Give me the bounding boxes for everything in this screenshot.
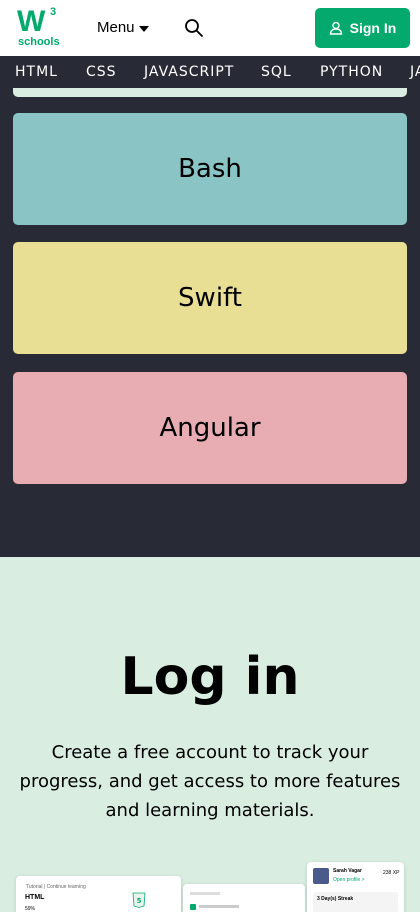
- nav-java[interactable]: JAVA: [410, 64, 420, 80]
- preview-percent: 59%: [25, 906, 36, 912]
- card-swift[interactable]: Swift: [13, 242, 407, 354]
- avatar: [313, 868, 329, 884]
- header: W 3 schools Menu Sign In: [0, 0, 420, 56]
- preview-profile-card: Sarah Vagar Open profile > 238 XP 3 Day(…: [307, 862, 404, 912]
- sign-in-button[interactable]: Sign In: [315, 8, 410, 48]
- logo-superscript: 3: [50, 6, 57, 18]
- caret-down-icon: [138, 25, 149, 32]
- preview-tutorial-label: Tutorial | Continue learning: [26, 884, 86, 890]
- preview-middle-card: [183, 884, 305, 912]
- nav-html[interactable]: HTML: [15, 64, 58, 80]
- nav-sql[interactable]: SQL: [261, 64, 292, 80]
- menu-label: Menu: [97, 19, 135, 36]
- card-label: Swift: [178, 283, 242, 313]
- login-description: Create a free account to track your prog…: [19, 742, 401, 821]
- sign-in-label: Sign In: [349, 20, 397, 36]
- top-nav: HTML CSS JAVASCRIPT SQL PYTHON JAVA: [0, 56, 420, 88]
- html5-icon: 5: [132, 892, 146, 908]
- logo-mark: W: [17, 5, 45, 38]
- placeholder-line: [199, 905, 239, 908]
- user-icon: [329, 21, 342, 35]
- placeholder-line: [190, 892, 220, 895]
- card-label: Bash: [178, 154, 242, 184]
- streak-box: 3 Day(s) Streak: [313, 892, 398, 912]
- nav-python[interactable]: PYTHON: [320, 64, 383, 80]
- nav-css[interactable]: CSS: [86, 64, 117, 80]
- w3schools-logo[interactable]: W 3 schools: [17, 5, 60, 48]
- preview-xp: 238 XP: [383, 870, 400, 876]
- card-angular[interactable]: Angular: [13, 372, 407, 484]
- card-partial: [13, 88, 407, 97]
- preview-course: HTML: [25, 894, 45, 901]
- card-bash[interactable]: Bash: [13, 113, 407, 225]
- logo-text: schools: [18, 36, 60, 48]
- login-section: [0, 557, 420, 912]
- preview-user-name: Sarah Vagar: [333, 868, 362, 874]
- menu-button[interactable]: Menu: [97, 19, 149, 36]
- preview-profile-link: Open profile >: [333, 877, 365, 883]
- nav-javascript[interactable]: JAVASCRIPT: [144, 64, 234, 80]
- card-label: Angular: [159, 413, 261, 443]
- login-title: Log in: [120, 647, 300, 707]
- preview-streak: 3 Day(s) Streak: [317, 896, 354, 902]
- check-icon: [190, 904, 196, 910]
- preview-progress-card: Tutorial | Continue learning HTML 59% 5: [16, 876, 181, 912]
- search-icon[interactable]: [184, 18, 204, 38]
- svg-text:5: 5: [137, 897, 142, 905]
